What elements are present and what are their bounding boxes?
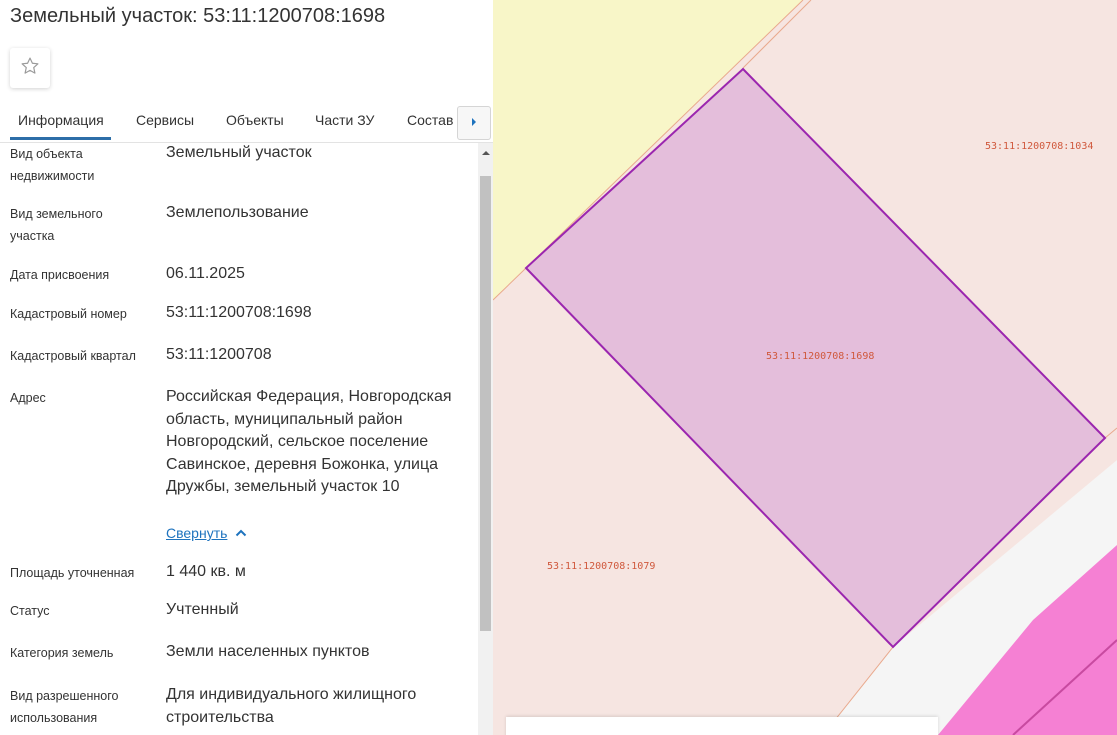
cadastral-map[interactable]: 53:11:1200708:1698 53:11:1200708:1034 53…: [493, 0, 1117, 735]
page-title: Земельный участок: 53:11:1200708:1698: [10, 5, 386, 27]
map-bottom-panel[interactable]: [506, 717, 938, 735]
active-tab-indicator: [10, 137, 111, 140]
property-value: Земли населенных пунктов: [166, 643, 370, 660]
parcel-label-1034: 53:11:1200708:1034: [985, 141, 1094, 152]
properties-list: Вид объекта недвижимости Земельный участ…: [0, 143, 478, 735]
scroll-up-button[interactable]: [478, 143, 493, 161]
property-value: 53:11:1200708:1698: [166, 304, 312, 321]
property-value: Земельный участок: [166, 144, 312, 161]
tab-objects[interactable]: Объекты: [226, 112, 284, 128]
properties-scrollbar[interactable]: [478, 143, 493, 735]
property-value: Российская Федерация, Новгородская облас…: [166, 388, 452, 495]
property-label: Вид земельного участка: [10, 207, 103, 243]
property-value: 53:11:1200708: [166, 346, 272, 363]
caret-up-icon: [481, 143, 490, 161]
info-panel: Земельный участок: 53:11:1200708:1698 Ин…: [0, 0, 493, 735]
address-toggle[interactable]: Свернуть: [166, 524, 247, 542]
tabs-scroll-right-button[interactable]: [457, 106, 491, 140]
parcel-label-1079: 53:11:1200708:1079: [547, 561, 656, 572]
property-label: Кадастровый номер: [10, 307, 127, 321]
property-label: Статус: [10, 604, 50, 618]
property-label: Адрес: [10, 391, 46, 405]
property-label: Дата присвоения: [10, 268, 110, 282]
tab-composition[interactable]: Состав: [407, 112, 453, 128]
tab-information[interactable]: Информация: [18, 112, 104, 138]
property-value: Учтенный: [166, 601, 239, 618]
property-value: 06.11.2025: [166, 265, 245, 282]
scrollbar-thumb[interactable]: [480, 176, 491, 631]
tab-services[interactable]: Сервисы: [136, 112, 194, 128]
property-label: Площадь уточненная: [10, 566, 135, 580]
favorite-button[interactable]: [10, 48, 50, 88]
property-value: Для индивидуального жилищного строительс…: [166, 686, 417, 726]
map-canvas: [493, 0, 1117, 735]
star-icon: [20, 56, 40, 81]
chevron-up-icon[interactable]: [235, 524, 247, 542]
selected-parcel-label: 53:11:1200708:1698: [766, 351, 875, 362]
tab-land-parts[interactable]: Части ЗУ: [315, 112, 374, 128]
collapse-link[interactable]: Свернуть: [166, 525, 227, 541]
property-value: 1 440 кв. м: [166, 563, 246, 580]
property-label: Вид объекта недвижимости: [10, 147, 95, 183]
property-label: Вид разрешенного использования: [10, 689, 119, 725]
property-label: Кадастровый квартал: [10, 349, 136, 363]
property-label: Категория земель: [10, 646, 114, 660]
tab-bar: Информация Сервисы Объекты Части ЗУ Сост…: [0, 104, 493, 143]
property-value: Землепользование: [166, 204, 309, 221]
caret-right-icon: [470, 114, 478, 132]
